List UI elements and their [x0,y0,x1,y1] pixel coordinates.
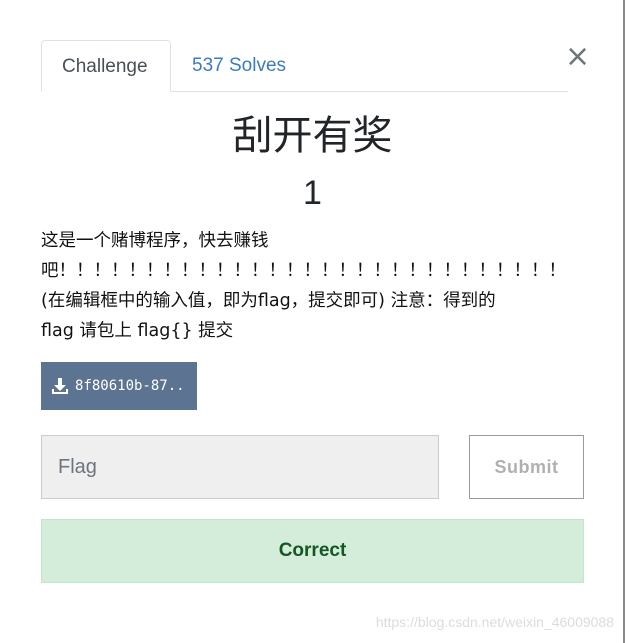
challenge-title: 刮开有奖 [232,113,393,159]
tab-challenge[interactable]: Challenge [41,40,171,92]
challenge-points: 1 [303,174,322,212]
description-line: flag 请包上 flag{} 提交 [41,321,234,341]
challenge-modal: × Challenge 537 Solves 刮开有奖 1 这是一个赌博程序，快… [0,0,625,643]
flag-input[interactable] [41,435,439,499]
tab-solves[interactable]: 537 Solves [172,40,306,91]
tab-bar: Challenge 537 Solves [41,40,568,92]
description-line: 这是一个赌博程序，快去赚钱 [41,231,269,251]
result-banner: Correct [41,519,584,583]
description-line: (在编辑框中的输入值，即为flag，提交即可) 注意：得到的 [41,291,496,311]
close-icon[interactable]: × [565,42,590,72]
file-name: 8f80610b-87... [75,378,187,394]
download-icon [52,378,68,394]
download-file-button[interactable]: 8f80610b-87... [41,362,197,410]
watermark-text: https://blog.csdn.net/weixin_46009088 [375,614,614,630]
submit-button[interactable]: Submit [469,435,584,499]
description-line: 吧！！！！！！！！！！！！！！！！！！！！！！！！！！！！！ [41,261,566,281]
challenge-description: 这是一个赌博程序，快去赚钱 吧！！！！！！！！！！！！！！！！！！！！！！！！！… [41,226,596,346]
